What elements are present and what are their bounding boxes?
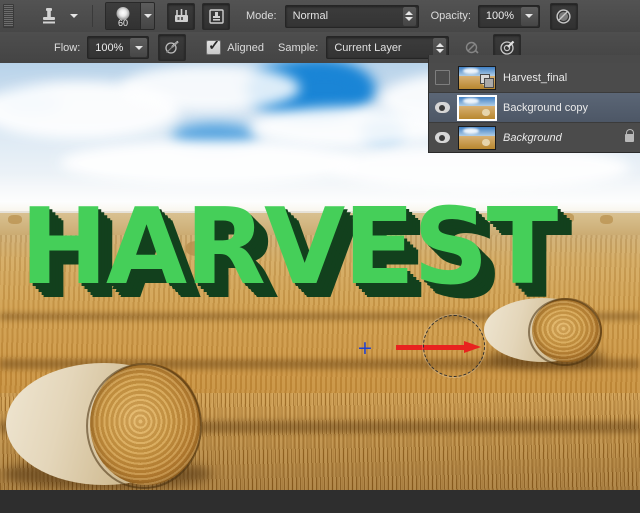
layer-name[interactable]: Background <box>499 132 617 144</box>
cloud <box>120 65 300 111</box>
layer-visibility-toggle[interactable] <box>429 132 455 143</box>
brush-cursor-circle <box>423 315 485 377</box>
layer-name[interactable]: Background copy <box>499 102 617 114</box>
layer-thumbnail[interactable] <box>455 94 499 121</box>
layer-lock-icon <box>617 128 640 142</box>
aligned-label: Aligned <box>227 41 264 54</box>
blend-mode-stepper-icon[interactable] <box>402 6 416 26</box>
sample-value: Current Layer <box>334 41 402 54</box>
layer-thumbnail[interactable] <box>455 125 499 150</box>
layer-name[interactable]: Harvest_final <box>499 72 617 84</box>
eye-icon <box>434 102 450 113</box>
checkmark-icon: ✓ <box>208 37 221 53</box>
opacity-field[interactable]: 100% <box>477 4 540 28</box>
flow-chevron-down-icon[interactable] <box>130 38 148 57</box>
mode-label: Mode: <box>246 10 277 22</box>
hay-bale-left <box>2 363 212 489</box>
layer-row-harvest-final[interactable]: Harvest_final <box>429 63 640 93</box>
blend-mode-select[interactable]: Normal <box>284 4 419 28</box>
opacity-chevron-down-icon[interactable] <box>520 6 538 26</box>
options-bar-row-1: 60 Mode: Normal Opacity: 100% <box>0 0 640 33</box>
layers-panel-top-strip <box>428 55 640 63</box>
tablet-pressure-opacity-icon[interactable] <box>549 2 578 30</box>
eye-off-icon <box>434 70 450 85</box>
layer-row-background[interactable]: Background <box>429 123 640 152</box>
harvest-3d-text: HARVEST HARVEST HARVEST HARVEST HARVEST … <box>20 186 620 320</box>
layer-row-background-copy[interactable]: Background copy <box>429 93 640 123</box>
toggle-brush-panel-icon[interactable] <box>167 2 195 30</box>
brush-tip-icon: 60 <box>106 3 140 29</box>
eye-icon <box>434 132 450 143</box>
brush-size-value: 60 <box>117 18 128 28</box>
smart-object-badge-icon <box>480 73 494 88</box>
options-bar-grip[interactable] <box>3 4 14 28</box>
opacity-label: Opacity: <box>430 10 471 22</box>
brush-picker-chevron-down-icon[interactable] <box>140 3 154 29</box>
harvest-text-face: HARVEST <box>20 186 558 308</box>
clone-stamp-tool-icon[interactable] <box>36 4 62 28</box>
opacity-value: 100% <box>485 10 514 22</box>
flow-value: 100% <box>95 41 124 54</box>
layer-visibility-toggle[interactable] <box>429 70 455 85</box>
flow-label: Flow: <box>54 41 81 54</box>
layer-thumbnail[interactable] <box>455 65 499 90</box>
clone-source-crosshair-icon: + <box>357 337 373 359</box>
layers-panel[interactable]: Harvest_final Background copy Background <box>428 63 640 153</box>
airbrush-icon[interactable] <box>158 34 187 61</box>
brush-preset-picker[interactable]: 60 <box>105 2 155 30</box>
application-bottom-chrome <box>0 490 640 513</box>
toggle-clone-source-panel-icon[interactable] <box>202 2 230 30</box>
blend-mode-value: Normal <box>292 10 329 22</box>
layer-visibility-toggle[interactable] <box>429 102 455 113</box>
flow-field[interactable]: 100% <box>87 36 150 59</box>
aligned-checkbox[interactable]: ✓ <box>206 37 222 55</box>
sample-label: Sample: <box>277 41 319 54</box>
tool-preset-chevron-down-icon[interactable] <box>62 4 86 28</box>
photoshop-window: 60 Mode: Normal Opacity: 100% Flow: 100%… <box>0 0 640 513</box>
